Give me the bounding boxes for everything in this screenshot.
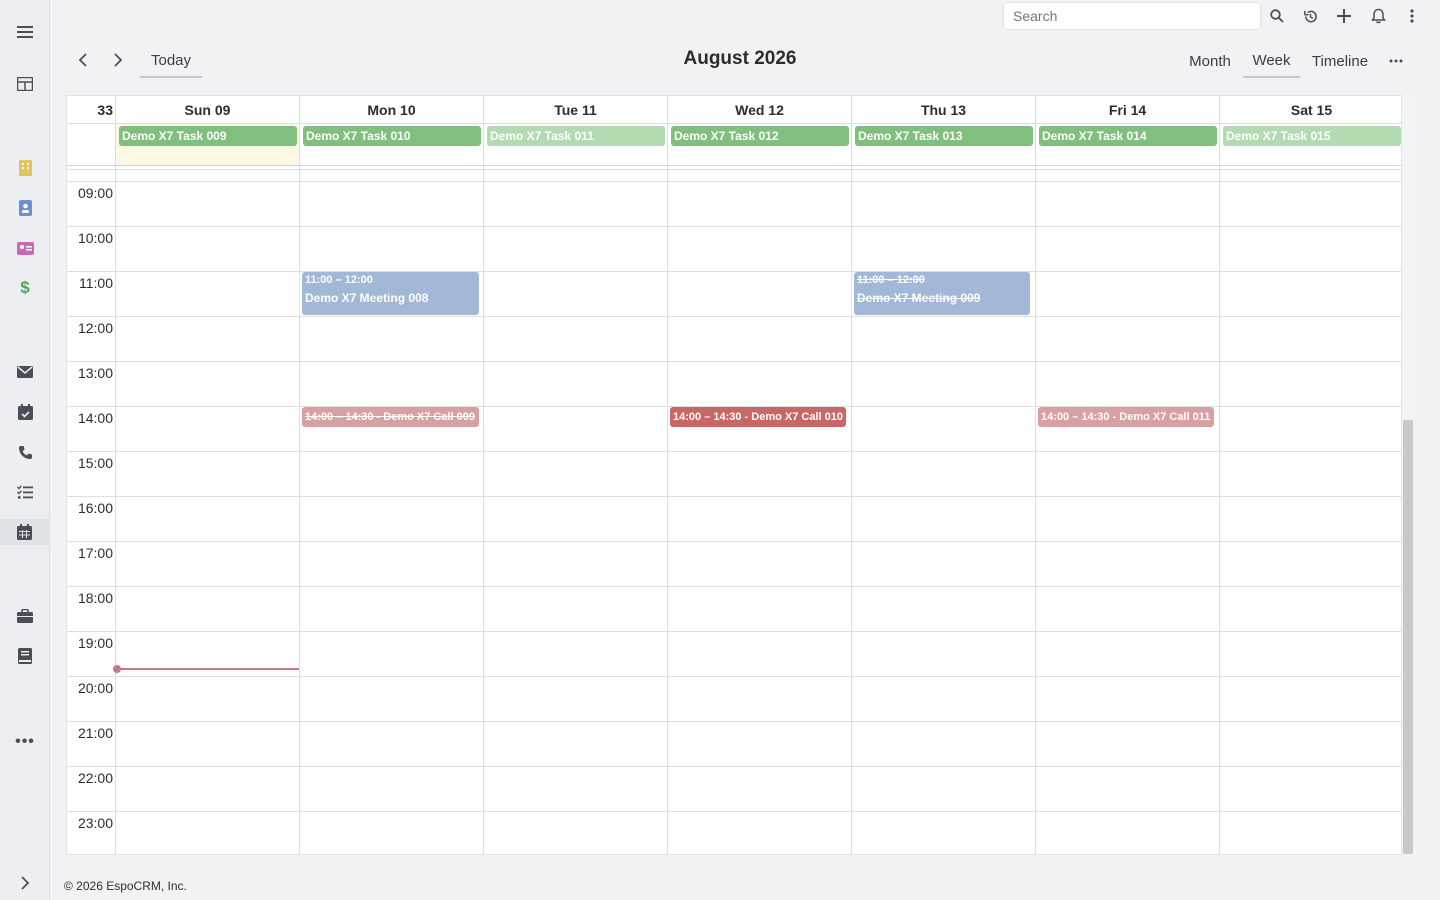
tab-week[interactable]: Week bbox=[1243, 44, 1300, 78]
time-label: 22:00 bbox=[77, 770, 113, 786]
lead-card-icon[interactable] bbox=[12, 235, 38, 261]
day-header-tue[interactable]: Tue 11 bbox=[484, 96, 667, 123]
event-call-010[interactable]: 14:00 – 14:30 - Demo X7 Call 010 bbox=[670, 407, 846, 427]
allday-task-thu[interactable]: Demo X7 Task 013 bbox=[855, 126, 1033, 146]
event-title: Demo X7 Meeting 008 bbox=[305, 291, 429, 305]
scrollbar-thumb[interactable] bbox=[1403, 420, 1413, 854]
next-button[interactable] bbox=[104, 46, 132, 74]
event-call-011[interactable]: 14:00 – 14:30 - Demo X7 Call 011 bbox=[1038, 407, 1214, 427]
time-label: 10:00 bbox=[77, 230, 113, 246]
sidebar: $ ••• bbox=[0, 0, 50, 900]
event-time: 11:00 – 12:00 bbox=[857, 274, 925, 286]
event-meeting-008[interactable]: 11:00 – 12:00 Demo X7 Meeting 008 bbox=[302, 272, 479, 315]
event-time: 11:00 – 12:00 bbox=[305, 274, 373, 286]
time-label: 14:00 bbox=[77, 410, 113, 426]
time-label: 23:00 bbox=[77, 815, 113, 831]
time-label: 09:00 bbox=[77, 185, 113, 201]
phone-icon[interactable] bbox=[12, 439, 38, 465]
allday-task-fri[interactable]: Demo X7 Task 014 bbox=[1039, 126, 1217, 146]
search-input[interactable] bbox=[1003, 2, 1261, 30]
building-icon[interactable] bbox=[12, 155, 38, 181]
allday-task-sun[interactable]: Demo X7 Task 009 bbox=[119, 126, 297, 146]
page-title: August 2026 bbox=[683, 48, 797, 69]
time-label: 15:00 bbox=[77, 455, 113, 471]
book-icon[interactable] bbox=[12, 643, 38, 669]
footer-copyright: © 2026 EspoCRM, Inc. bbox=[64, 879, 187, 893]
time-label: 13:00 bbox=[77, 365, 113, 381]
event-meeting-009[interactable]: 11:00 – 12:00 Demo X7 Meeting 009 bbox=[854, 272, 1030, 315]
day-header-mon[interactable]: Mon 10 bbox=[300, 96, 483, 123]
menu-icon[interactable] bbox=[12, 19, 38, 45]
time-label: 16:00 bbox=[77, 500, 113, 516]
calendar-icon[interactable] bbox=[0, 519, 49, 545]
event-title: Demo X7 Meeting 009 bbox=[857, 291, 981, 305]
time-label: 11:00 bbox=[79, 275, 113, 291]
time-label: 19:00 bbox=[77, 635, 113, 651]
allday-task-mon[interactable]: Demo X7 Task 010 bbox=[303, 126, 481, 146]
calendar-check-icon[interactable] bbox=[12, 399, 38, 425]
event-call-009[interactable]: 14:00 – 14:30 - Demo X7 Call 009 bbox=[302, 407, 479, 427]
now-indicator-line bbox=[116, 668, 299, 670]
time-label: 12:00 bbox=[77, 320, 113, 336]
briefcase-icon[interactable] bbox=[12, 603, 38, 629]
prev-button[interactable] bbox=[68, 46, 96, 74]
history-icon[interactable] bbox=[1298, 4, 1322, 28]
more-horizontal-icon[interactable]: ••• bbox=[12, 729, 38, 755]
time-label: 18:00 bbox=[77, 590, 113, 606]
kebab-menu-icon[interactable] bbox=[1400, 4, 1424, 28]
chevron-right-icon[interactable] bbox=[12, 870, 38, 896]
calendar-week-grid: 33 Sun 09 Mon 10 Tue 11 Wed 12 Thu 13 Fr… bbox=[66, 95, 1402, 855]
grid-icon[interactable] bbox=[12, 71, 38, 97]
dollar-icon[interactable]: $ bbox=[12, 275, 38, 301]
search-icon[interactable] bbox=[1265, 4, 1289, 28]
plus-icon[interactable] bbox=[1332, 4, 1356, 28]
time-label: 20:00 bbox=[77, 680, 113, 696]
day-header-fri[interactable]: Fri 14 bbox=[1036, 96, 1219, 123]
allday-task-sat[interactable]: Demo X7 Task 015 bbox=[1223, 126, 1401, 146]
week-number: 33 bbox=[97, 101, 113, 118]
day-header-thu[interactable]: Thu 13 bbox=[852, 96, 1035, 123]
day-header-sat[interactable]: Sat 15 bbox=[1220, 96, 1401, 123]
tab-timeline[interactable]: Timeline bbox=[1304, 44, 1376, 78]
task-list-icon[interactable] bbox=[12, 479, 38, 505]
time-label: 21:00 bbox=[77, 725, 113, 741]
day-header-wed[interactable]: Wed 12 bbox=[668, 96, 851, 123]
contact-icon[interactable] bbox=[12, 195, 38, 221]
bell-icon[interactable] bbox=[1366, 4, 1390, 28]
more-options-icon[interactable] bbox=[1382, 44, 1410, 78]
allday-task-wed[interactable]: Demo X7 Task 012 bbox=[671, 126, 849, 146]
allday-task-tue[interactable]: Demo X7 Task 011 bbox=[487, 126, 665, 146]
today-button[interactable]: Today bbox=[140, 44, 202, 78]
tab-month[interactable]: Month bbox=[1182, 44, 1238, 78]
envelope-icon[interactable] bbox=[12, 359, 38, 385]
time-label: 17:00 bbox=[77, 545, 113, 561]
day-header-sun[interactable]: Sun 09 bbox=[116, 96, 299, 123]
